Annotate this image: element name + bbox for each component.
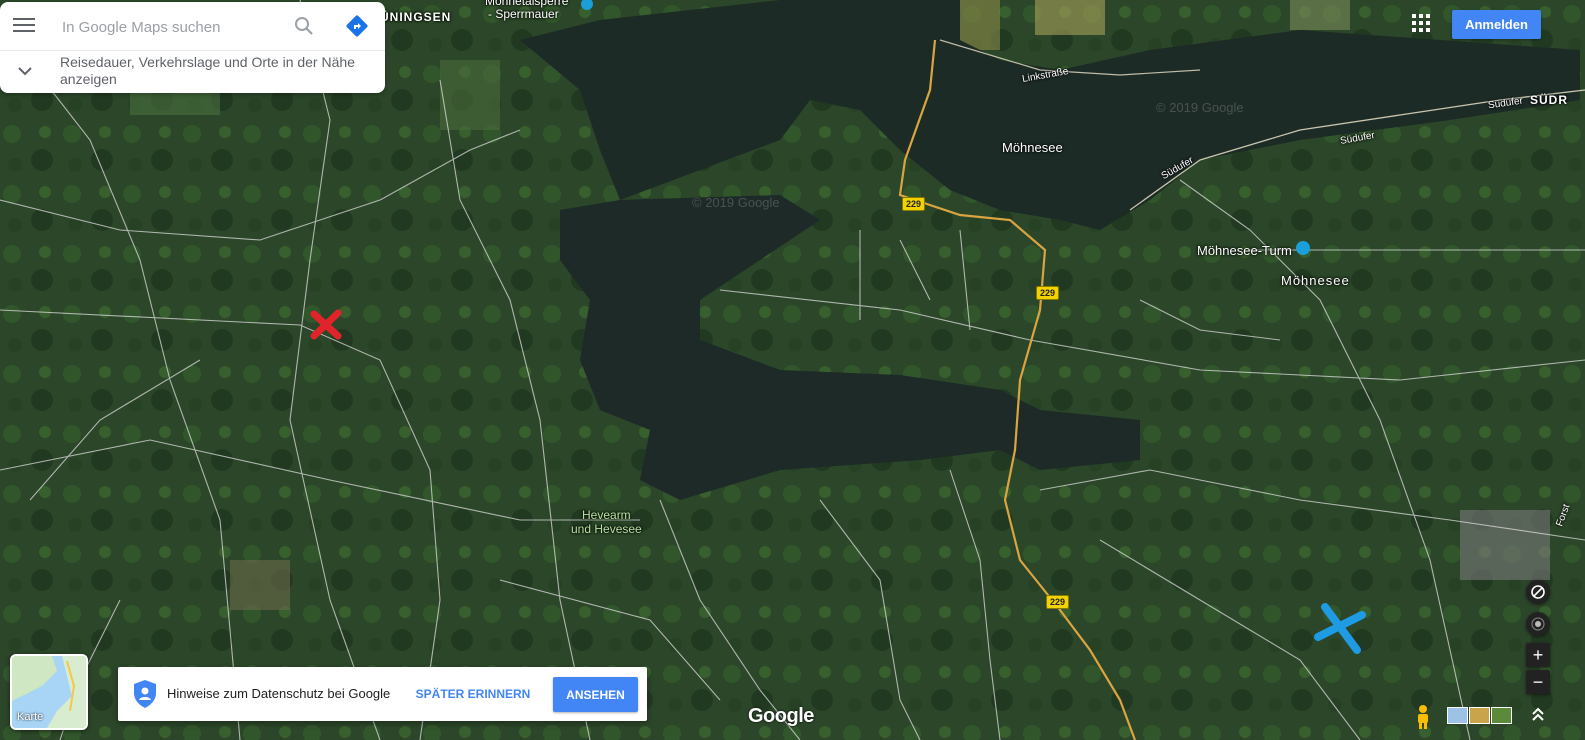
zoom-in-button[interactable]: + [1526,643,1550,667]
search-panel: Reisedauer, Verkehrslage und Orte in der… [0,2,385,93]
lake-label: Möhnesee [1002,140,1063,155]
suggestion-text: Reisedauer, Verkehrslage und Orte in der… [60,54,355,87]
watermark-1: © 2019 Google [1156,100,1244,115]
road-shield-229-c: 229 [1046,595,1070,609]
view-button[interactable]: ANSEHEN [553,677,638,712]
signin-button[interactable]: Anmelden [1452,10,1541,39]
satellite-map[interactable] [0,0,1585,740]
watermark-2: © 2019 Google [692,195,780,210]
search-input[interactable] [60,13,289,41]
imagery-thumbnails[interactable] [1447,707,1512,724]
tower-label: Möhnesee-Turm [1197,243,1292,258]
compass-icon[interactable] [1526,580,1550,604]
my-location-icon[interactable] [1526,612,1550,636]
layer-switch-thumbnail[interactable]: Karte [10,654,88,730]
tower-pin-icon [1296,241,1310,255]
layer-label: Karte [17,711,44,723]
apps-grid-icon[interactable] [1412,14,1432,34]
remind-later-button[interactable]: SPÄTER ERINNERN [414,680,532,708]
chevron-down-icon [18,67,32,76]
zoom-out-button[interactable]: − [1526,670,1550,694]
privacy-notice: Hinweise zum Datenschutz bei Google SPÄT… [118,667,647,721]
dam-label-line2: - Sperrmauer [488,7,559,21]
nearby-suggestion[interactable]: Reisedauer, Verkehrslage und Orte in der… [0,50,385,93]
shield-user-icon [134,680,156,708]
menu-icon[interactable] [11,14,37,38]
pegman-icon[interactable] [1413,704,1433,730]
town-label-moehnesee: Möhnesee [1281,273,1350,288]
google-logo: Google [748,705,814,727]
hevearm-label-line2: und Hevesee [571,522,642,536]
search-icon[interactable] [292,14,316,38]
hevearm-label-line1: Hevearm [582,508,631,522]
road-shield-229-a: 229 [902,197,926,211]
expand-up-icon[interactable] [1527,704,1549,726]
search-row [0,2,385,51]
directions-icon[interactable] [345,14,369,38]
privacy-text: Hinweise zum Datenschutz bei Google [167,686,391,701]
town-label-right: SÜDR [1530,93,1569,107]
town-label-left: ÜNINGSEN [380,10,452,24]
road-shield-229-b: 229 [1036,286,1060,300]
